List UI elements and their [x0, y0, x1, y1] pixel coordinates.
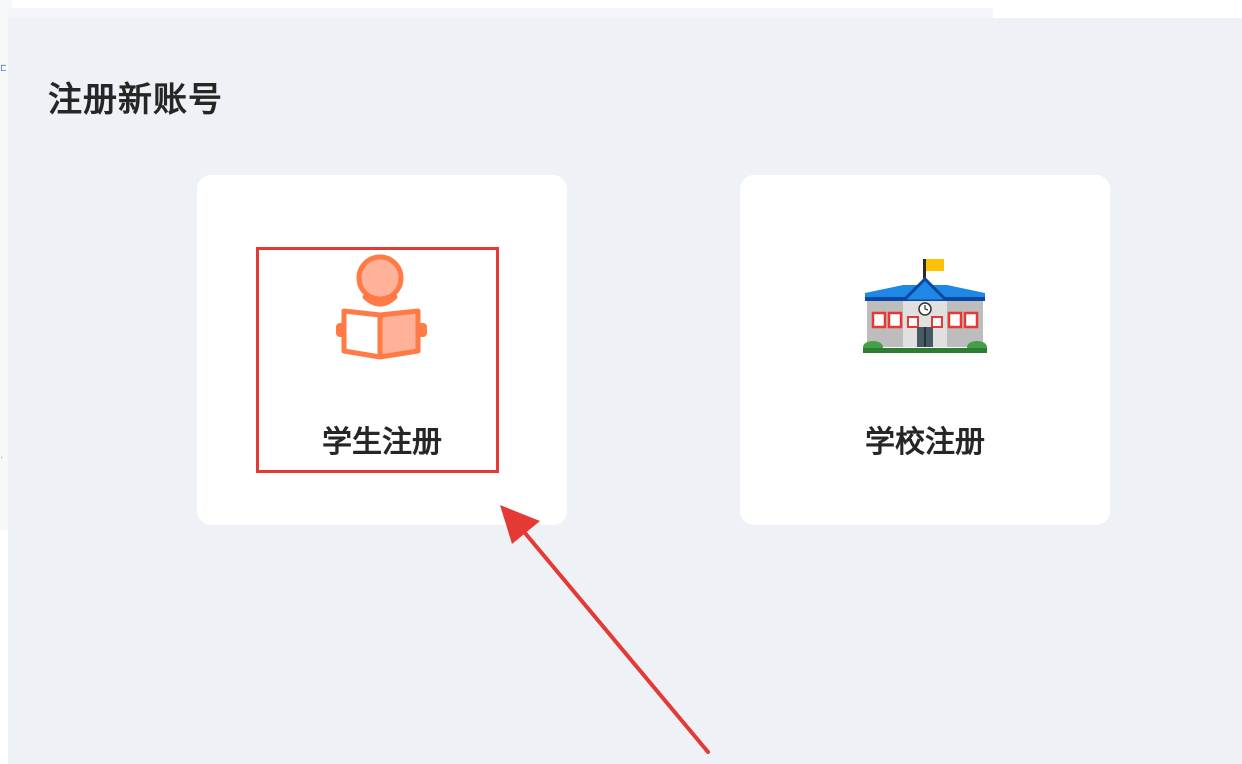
background-window-glyph: ▫: [0, 60, 6, 74]
page-title: 注册新账号: [48, 80, 223, 120]
student-register-card[interactable]: 学生注册: [197, 175, 567, 525]
dialog-top-strip: [8, 8, 993, 18]
student-reading-icon: [332, 253, 432, 367]
school-register-label: 学校注册: [865, 425, 985, 460]
student-register-label: 学生注册: [322, 425, 442, 460]
school-building-icon: [863, 253, 987, 367]
background-window-glyph: ·: [0, 453, 4, 464]
school-register-card[interactable]: 学校注册: [740, 175, 1110, 525]
